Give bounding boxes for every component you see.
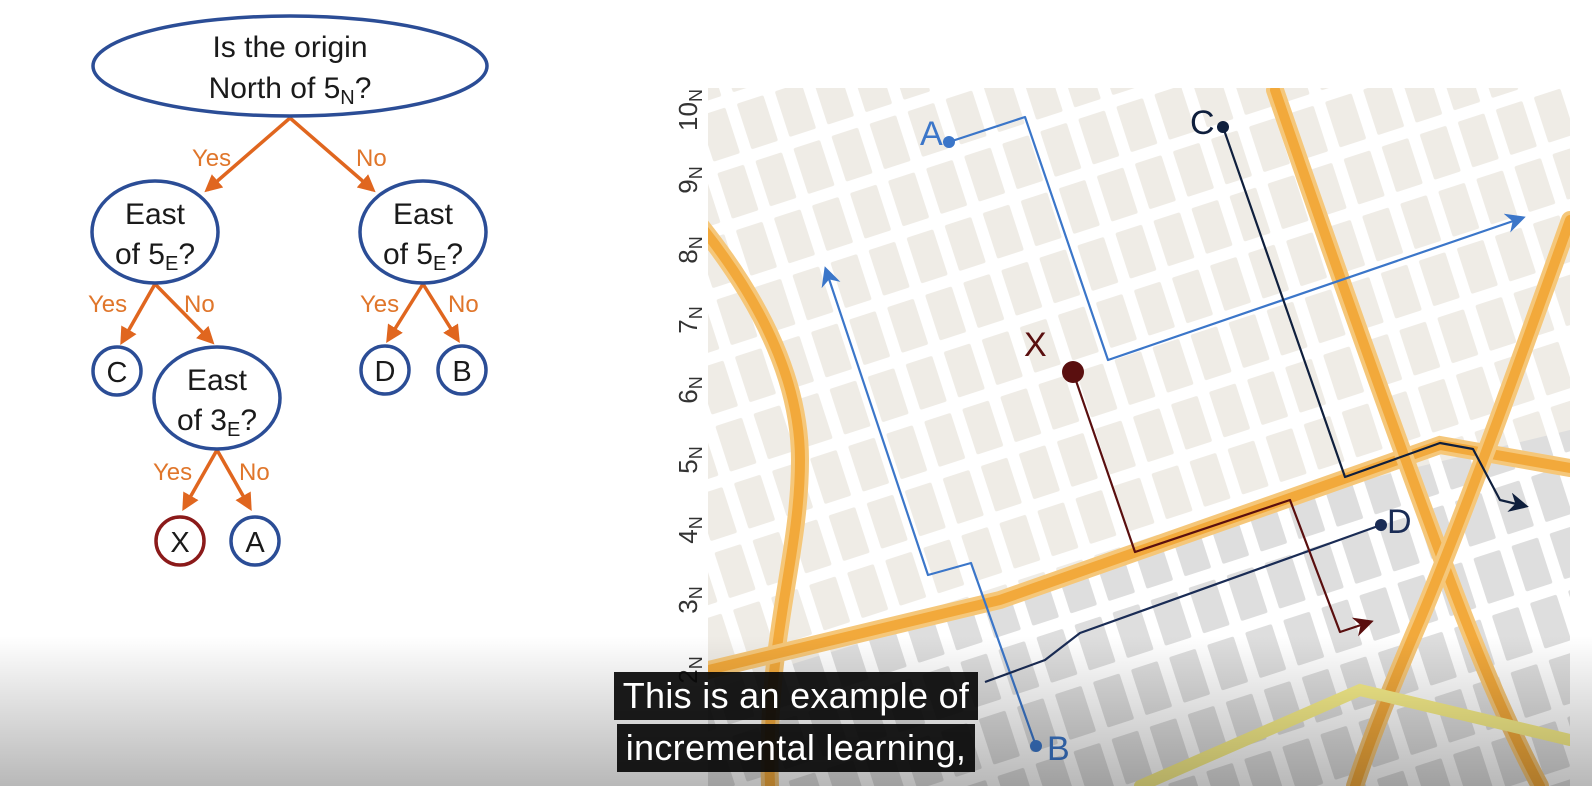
axis-tick-5N: 5N <box>673 446 706 473</box>
leaf-b-label: B <box>452 356 471 388</box>
decision-tree: Yes No Yes No Yes No Yes No Is the origi… <box>88 14 489 567</box>
tree-leaf-b: B <box>436 344 488 396</box>
axis-tick-number: 6 <box>673 389 703 403</box>
label-right-yes: Yes <box>360 291 399 318</box>
point-a-label: A <box>920 115 943 153</box>
subtitle-captions: This is an example of incremental learni… <box>0 672 1592 772</box>
axis-tick-8N: 8N <box>673 236 706 263</box>
label-root-yes: Yes <box>192 145 231 172</box>
axis-tick-subscript: N <box>686 376 706 389</box>
tree-lower-question-node: East of 3E? <box>152 345 282 451</box>
left-question-line2: of 5E? <box>115 238 195 275</box>
left-question-text: of 5 <box>115 238 165 271</box>
point-x-label: X <box>1024 326 1047 364</box>
map-axis: 10N9N8N7N6N5N4N3N2N <box>673 89 706 684</box>
axis-tick-subscript: N <box>686 446 706 459</box>
axis-tick-number: 7 <box>673 319 703 333</box>
point-d-marker <box>1375 519 1387 531</box>
axis-tick-6N: 6N <box>673 376 706 403</box>
left-question-tail: ? <box>178 238 195 271</box>
right-question-subscript: E <box>433 253 446 275</box>
axis-tick-4N: 4N <box>673 516 706 543</box>
lower-question-tail: ? <box>240 404 257 437</box>
lower-question-line2: of 3E? <box>177 404 257 441</box>
label-right-no: No <box>448 291 479 318</box>
root-question-tail: ? <box>355 72 372 105</box>
tree-leaf-d: D <box>359 344 411 396</box>
axis-tick-subscript: N <box>686 656 706 669</box>
leaf-c-label: C <box>107 357 128 389</box>
label-lower-no: No <box>239 459 270 486</box>
point-c-label: C <box>1190 104 1215 142</box>
right-question-tail: ? <box>446 238 463 271</box>
axis-tick-subscript: N <box>686 89 706 102</box>
root-question-text: North of 5 <box>209 72 341 105</box>
lower-question-subscript: E <box>227 419 240 441</box>
point-x-marker <box>1062 361 1084 383</box>
axis-tick-number: 8 <box>673 249 703 263</box>
tree-arrows <box>120 116 460 512</box>
root-question-subscript: N <box>340 87 354 109</box>
tree-leaf-a: A <box>229 515 281 567</box>
axis-tick-subscript: N <box>686 236 706 249</box>
tree-root-node: Is the origin North of 5N? <box>91 14 489 118</box>
label-left-yes: Yes <box>88 291 127 318</box>
axis-tick-subscript: N <box>686 306 706 319</box>
leaf-x-label: X <box>170 527 189 559</box>
right-question-line1: East <box>393 198 454 231</box>
axis-tick-number: 9 <box>673 179 703 193</box>
axis-tick-number: 4 <box>673 529 703 543</box>
label-root-no: No <box>356 145 387 172</box>
axis-tick-7N: 7N <box>673 306 706 333</box>
label-lower-yes: Yes <box>153 459 192 486</box>
axis-tick-number: 5 <box>673 459 703 473</box>
axis-tick-subscript: N <box>686 516 706 529</box>
slide-canvas: Yes No Yes No Yes No Yes No Is the origi… <box>88 14 1570 786</box>
leaf-d-label: D <box>375 356 396 388</box>
left-question-subscript: E <box>165 253 178 275</box>
leaf-a-label: A <box>245 527 265 559</box>
axis-tick-number: 3 <box>673 599 703 613</box>
lower-question-text: of 3 <box>177 404 227 437</box>
right-question-text: of 5 <box>383 238 433 271</box>
axis-tick-10N: 10N <box>673 89 706 131</box>
label-left-no: No <box>184 291 215 318</box>
tree-right-question-node: East of 5E? <box>358 179 488 285</box>
axis-tick-9N: 9N <box>673 166 706 193</box>
right-question-line2: of 5E? <box>383 238 463 275</box>
axis-tick-3N: 3N <box>673 586 706 613</box>
point-c-marker <box>1217 121 1229 133</box>
lower-question-line1: East <box>187 364 248 397</box>
point-a-marker <box>943 136 955 148</box>
axis-tick-number: 10 <box>673 102 703 131</box>
root-question-line1: Is the origin <box>212 31 367 64</box>
left-question-line1: East <box>125 198 186 231</box>
caption-line-2: incremental learning, <box>616 724 976 772</box>
caption-line-1: This is an example of <box>613 672 979 720</box>
tree-leaf-x: X <box>154 515 206 567</box>
axis-tick-subscript: N <box>686 166 706 179</box>
tree-leaf-c: C <box>91 345 143 397</box>
point-d-label: D <box>1387 503 1412 541</box>
tree-left-question-node: East of 5E? <box>90 179 220 285</box>
axis-tick-subscript: N <box>686 586 706 599</box>
